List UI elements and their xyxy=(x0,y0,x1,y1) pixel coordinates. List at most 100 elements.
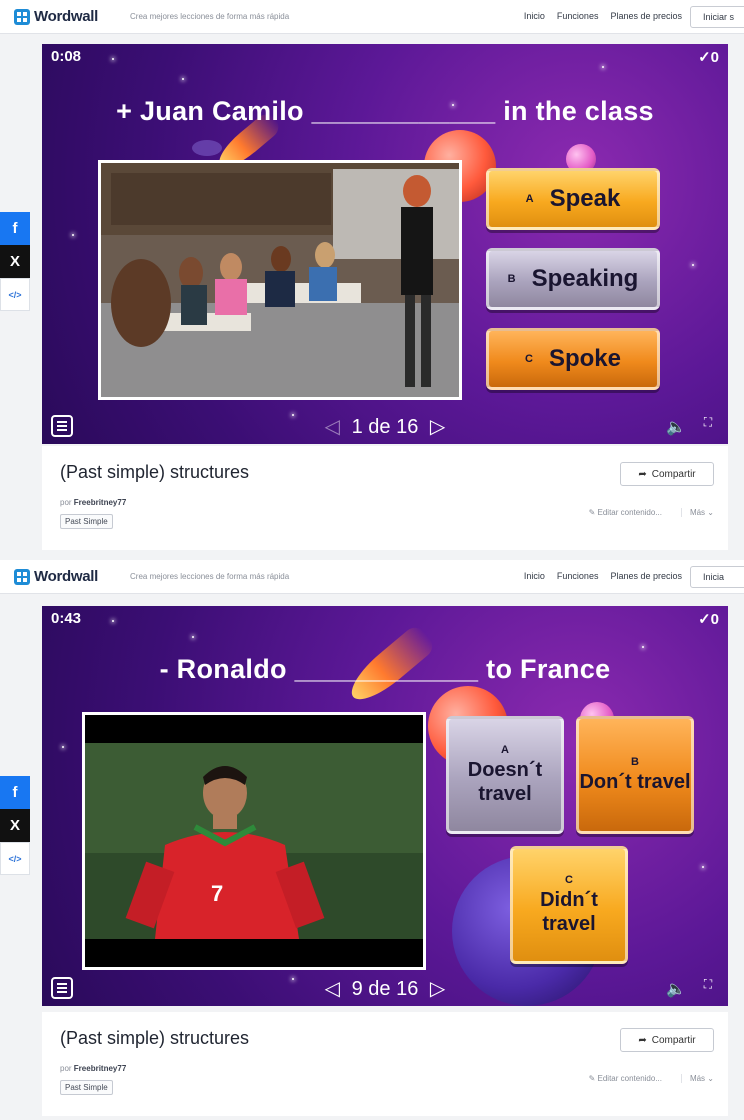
star xyxy=(182,78,184,80)
share-label: Compartir xyxy=(651,468,696,480)
question-text: + Juan Camilo ____________ in the class xyxy=(116,96,654,126)
activity-title: (Past simple) structures xyxy=(60,1028,250,1048)
wordwall-logo[interactable]: Wordwall xyxy=(14,8,98,25)
nav-link-inicio[interactable]: Inicio xyxy=(524,571,545,581)
sound-icon[interactable]: 🔈 xyxy=(666,417,686,437)
nav-links: Inicio Funciones Planes de precios xyxy=(524,11,682,21)
share-button[interactable]: ➦ Compartir xyxy=(620,1028,714,1052)
page-counter: 1 de 16 xyxy=(351,416,419,438)
activity-title: (Past simple) structures xyxy=(60,462,250,482)
fullscreen-icon[interactable]: ⛶ xyxy=(698,416,718,437)
next-arrow-icon[interactable]: ▷ xyxy=(430,414,445,439)
pencil-icon: ✎ xyxy=(588,1074,596,1083)
activity-info-card: (Past simple) structures ➦ Compartir por… xyxy=(42,1012,728,1116)
wordwall-logo-icon xyxy=(14,8,30,25)
x-share-icon[interactable]: X xyxy=(0,809,30,842)
answer-text: Speak xyxy=(549,185,621,212)
edit-label: Editar contenido... xyxy=(597,1074,662,1083)
star xyxy=(692,264,694,266)
star xyxy=(112,58,114,60)
wordwall-logo[interactable]: Wordwall xyxy=(14,568,98,585)
star xyxy=(642,646,644,648)
chevron-down-icon: ⌄ xyxy=(707,1074,714,1083)
svg-text:7: 7 xyxy=(211,881,223,906)
tag-past-simple[interactable]: Past Simple xyxy=(60,514,113,529)
activity-info-card: (Past simple) structures ➦ Compartir por… xyxy=(42,446,728,550)
pager: ◁ 1 de 16 ▷ xyxy=(42,414,728,439)
author-name[interactable]: Freebritney77 xyxy=(74,498,126,507)
answer-text: Spoke xyxy=(548,345,621,372)
embed-icon[interactable]: </> xyxy=(0,278,30,311)
edit-content-link[interactable]: ✎ Editar contenido... xyxy=(589,1074,662,1083)
nav-link-planes[interactable]: Planes de precios xyxy=(610,571,682,581)
author-prefix: por xyxy=(60,1064,72,1073)
prev-arrow-icon[interactable]: ◁ xyxy=(325,976,340,1001)
star xyxy=(702,866,704,868)
chevron-down-icon: ⌄ xyxy=(707,508,714,517)
share-arrow-icon: ➦ xyxy=(638,468,647,480)
facebook-share-icon[interactable]: f xyxy=(0,212,30,245)
author-name[interactable]: Freebritney77 xyxy=(74,1064,126,1073)
edit-content-link[interactable]: ✎ Editar contenido... xyxy=(589,508,662,517)
answer-letter: B xyxy=(507,273,516,285)
question-text: - Ronaldo ____________ to France xyxy=(159,654,611,684)
more-dropdown[interactable]: Más ⌄ xyxy=(680,508,714,517)
x-share-icon[interactable]: X xyxy=(0,245,30,278)
timer: 0:43 xyxy=(51,610,82,627)
nav-links: Inicio Funciones Planes de precios xyxy=(524,571,682,581)
more-label: Más xyxy=(689,1074,706,1083)
wordwall-logo-icon xyxy=(14,568,30,585)
timer: 0:08 xyxy=(51,48,82,65)
star xyxy=(72,234,74,236)
share-label: Compartir xyxy=(651,1034,696,1046)
classroom-photo-icon xyxy=(101,163,459,397)
embed-icon[interactable]: </> xyxy=(0,842,30,875)
star xyxy=(602,66,604,68)
facebook-share-icon[interactable]: f xyxy=(0,776,30,809)
star xyxy=(112,620,114,622)
screenshot-2: Wordwall Crea mejores lecciones de forma… xyxy=(0,560,744,1120)
score: ✓0 xyxy=(698,611,719,628)
login-button[interactable]: Inicia xyxy=(690,566,744,588)
answer-letter: A xyxy=(525,193,534,205)
page-counter: 9 de 16 xyxy=(351,978,419,1000)
edit-label: Editar contenido... xyxy=(597,508,662,517)
fullscreen-icon[interactable]: ⛶ xyxy=(698,978,718,999)
pencil-icon: ✎ xyxy=(588,508,596,517)
question-image: 7 xyxy=(82,712,426,970)
tag-past-simple[interactable]: Past Simple xyxy=(60,1080,113,1095)
answer-a-button[interactable]: A Doesn´t travel xyxy=(446,716,564,834)
pager: ◁ 9 de 16 ▷ xyxy=(42,976,728,1001)
nav-link-inicio[interactable]: Inicio xyxy=(524,11,545,21)
nav-link-planes[interactable]: Planes de precios xyxy=(610,11,682,21)
answer-a-button[interactable]: A Speak xyxy=(486,168,660,230)
answer-letter: A xyxy=(501,744,509,756)
game-panel: 0:08 ✓0 + Juan Camilo ____________ in th… xyxy=(42,44,728,444)
answer-b-button[interactable]: B Speaking xyxy=(486,248,660,310)
sound-icon[interactable]: 🔈 xyxy=(666,979,686,999)
answer-letter: C xyxy=(525,353,533,365)
logo-text: Wordwall xyxy=(34,568,98,585)
answer-text: Doesn´t travel xyxy=(467,759,543,805)
answer-c-button[interactable]: C Didn´t travel xyxy=(510,846,628,964)
answer-text: Don´t travel xyxy=(579,771,691,793)
share-button[interactable]: ➦ Compartir xyxy=(620,462,714,486)
more-dropdown[interactable]: Más ⌄ xyxy=(680,1074,714,1083)
star xyxy=(192,636,194,638)
answer-c-button[interactable]: C Spoke xyxy=(486,328,660,390)
next-arrow-icon[interactable]: ▷ xyxy=(430,976,445,1001)
answer-text: Didn´t travel xyxy=(540,889,598,935)
social-share-rail: f X </> xyxy=(0,212,30,311)
tagline: Crea mejores lecciones de forma más rápi… xyxy=(130,572,290,581)
prev-arrow-icon[interactable]: ◁ xyxy=(325,414,340,439)
answer-letter: C xyxy=(565,874,573,886)
nav-link-funciones[interactable]: Funciones xyxy=(557,571,599,581)
answer-b-button[interactable]: B Don´t travel xyxy=(576,716,694,834)
author-line: por Freebritney77 xyxy=(60,498,126,507)
star xyxy=(62,746,64,748)
login-button[interactable]: Iniciar s xyxy=(690,6,744,28)
screenshot-1: Wordwall Crea mejores lecciones de forma… xyxy=(0,0,744,560)
tagline: Crea mejores lecciones de forma más rápi… xyxy=(130,12,290,21)
top-nav: Wordwall Crea mejores lecciones de forma… xyxy=(0,560,744,594)
nav-link-funciones[interactable]: Funciones xyxy=(557,11,599,21)
